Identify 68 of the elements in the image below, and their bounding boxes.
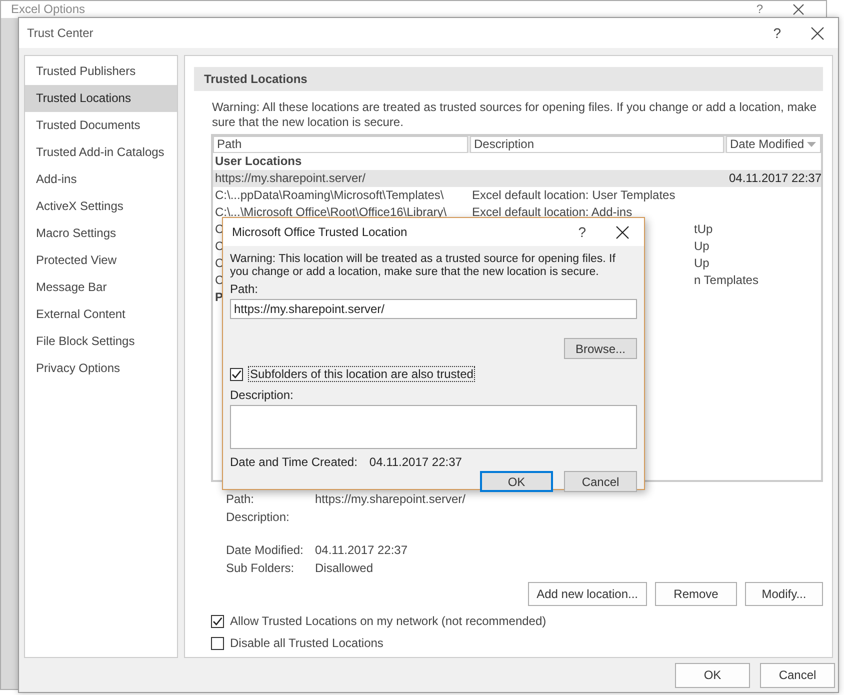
- detail-value: https://my.sharepoint.server/: [315, 491, 466, 508]
- location-button[interactable]: Modify...: [745, 582, 823, 606]
- table-row[interactable]: C:\...ppData\Roaming\Microsoft\Templates\ Excel default location: User Templates: [213, 187, 821, 204]
- description-field[interactable]: [230, 405, 637, 449]
- window-title: Excel Options: [11, 3, 86, 16]
- window-title: Trust Center: [27, 26, 94, 40]
- detail-label: Date Modified:: [226, 542, 304, 559]
- column-header[interactable]: Date Modified: [726, 136, 821, 153]
- help-button[interactable]: ?: [578, 224, 586, 240]
- warning-text: Warning: All these locations are treated as trusted sources for opening files. If you change or add a location, make sure that the new location is secure.: [212, 100, 818, 130]
- checkbox[interactable]: [211, 614, 224, 628]
- sidebar-item[interactable]: Trusted Locations: [25, 85, 177, 112]
- field-label: Description:: [230, 388, 294, 402]
- dialog-button[interactable]: OK: [675, 662, 750, 688]
- sidebar-item[interactable]: Trusted Publishers: [25, 58, 177, 85]
- sidebar-item[interactable]: External Content: [25, 301, 177, 328]
- help-button[interactable]: ?: [773, 25, 781, 41]
- sidebar-item[interactable]: ActiveX Settings: [25, 193, 177, 220]
- browse-button[interactable]: Browse...: [564, 338, 637, 359]
- checkbox[interactable]: [211, 636, 224, 650]
- sidebar-item[interactable]: Trusted Add-in Catalogs: [25, 139, 177, 166]
- group-header: P: [215, 290, 224, 304]
- sidebar-item[interactable]: Protected View: [25, 247, 177, 274]
- path-field[interactable]: https://my.sharepoint.server/: [230, 299, 637, 319]
- sort-caret-icon: [807, 142, 816, 147]
- created-label: Date and Time Created:: [230, 455, 358, 469]
- checkbox-label[interactable]: Allow Trusted Locations on my network (not recommended): [230, 614, 546, 628]
- table-cell: Excel default location: User Templates: [472, 188, 676, 202]
- sidebar-item[interactable]: Trusted Documents: [25, 112, 177, 139]
- group-header: User Locations: [215, 154, 302, 168]
- sidebar-item[interactable]: Macro Settings: [25, 220, 177, 247]
- table-cell: 04.11.2017 22:37: [729, 171, 822, 185]
- detail-label: Description:: [226, 509, 290, 526]
- dialog-title: Microsoft Office Trusted Location: [232, 225, 408, 239]
- detail-value: Disallowed: [315, 560, 374, 577]
- sidebar-item[interactable]: Privacy Options: [25, 355, 177, 382]
- table-cell: https://my.sharepoint.server/: [215, 171, 366, 185]
- checkbox-label[interactable]: Subfolders of this location are also trusted: [249, 367, 474, 381]
- table-row[interactable]: https://my.sharepoint.server/ 04.11.2017 22:37: [213, 170, 821, 187]
- created-value: 04.11.2017 22:37: [369, 455, 462, 469]
- column-header[interactable]: Description: [470, 136, 724, 153]
- table-cell: C:\...ppData\Roaming\Microsoft\Templates\: [215, 188, 444, 202]
- sidebar-item[interactable]: File Block Settings: [25, 328, 177, 355]
- section-heading: Trusted Locations: [194, 67, 823, 91]
- detail-value: 04.11.2017 22:37: [315, 542, 408, 559]
- checkbox[interactable]: [230, 368, 243, 380]
- dialog-button[interactable]: Cancel: [760, 662, 835, 688]
- table-cell: C:\...\Microsoft Office\Root\Office16\Library\: [215, 205, 447, 219]
- table-cell: n Templates: [694, 273, 758, 287]
- close-icon[interactable]: [793, 4, 804, 15]
- checkbox-label[interactable]: Disable all Trusted Locations: [230, 636, 384, 650]
- sidebar-item[interactable]: Message Bar: [25, 274, 177, 301]
- detail-label: Sub Folders:: [226, 560, 296, 577]
- table-row[interactable]: C:\...\Microsoft Office\Root\Office16\Library\ Excel default location: Add-ins: [213, 204, 821, 221]
- column-header[interactable]: Path: [213, 136, 468, 153]
- sidebar-item[interactable]: Add-ins: [25, 166, 177, 193]
- location-button[interactable]: Add new location...: [528, 582, 647, 606]
- dialog-button[interactable]: Cancel: [564, 471, 637, 492]
- dialog-button[interactable]: OK: [480, 471, 553, 492]
- table-cell: Up: [694, 239, 710, 253]
- location-button[interactable]: Remove: [655, 582, 737, 606]
- detail-label: Path:: [226, 491, 256, 508]
- close-icon[interactable]: [616, 226, 629, 238]
- close-icon[interactable]: [811, 26, 824, 40]
- table-cell: Excel default location: Add-ins: [472, 205, 632, 219]
- help-button[interactable]: ?: [756, 3, 763, 16]
- warning-text: Warning: This location will be treated as a trusted source for opening files. If you change or add a location, make sure that the new location is secure.: [230, 253, 616, 279]
- field-label: Path:: [230, 282, 258, 296]
